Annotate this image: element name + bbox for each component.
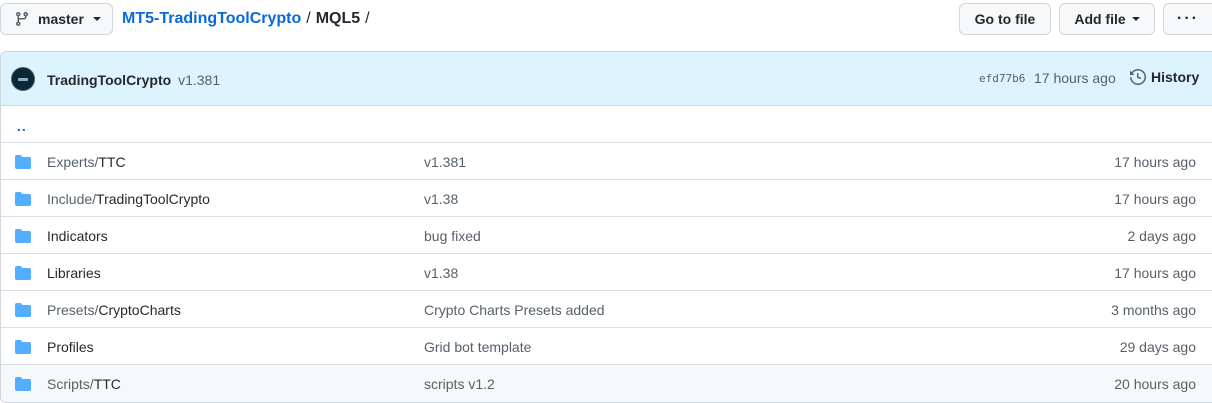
table-row[interactable]: Presets/CryptoCharts Crypto Charts Prese… xyxy=(1,291,1212,328)
chevron-down-icon xyxy=(92,17,101,21)
commit-summary: TradingToolCrypto v1.381 xyxy=(47,70,220,90)
history-icon xyxy=(1130,69,1146,85)
commit-time: 17 hours ago xyxy=(1034,70,1116,86)
branch-label: master xyxy=(38,11,84,27)
folder-icon xyxy=(15,192,31,206)
table-row[interactable]: Profiles Grid bot template 29 days ago xyxy=(1,328,1212,365)
table-row[interactable]: Libraries v1.38 17 hours ago xyxy=(1,254,1212,291)
directory-name: CryptoCharts xyxy=(98,302,181,318)
table-row[interactable]: Experts/TTC v1.381 17 hours ago xyxy=(1,143,1212,180)
file-list: TradingToolCrypto v1.381 efd77b6 17 hour… xyxy=(0,51,1212,403)
commit-age: 2 days ago xyxy=(1127,228,1197,244)
history-link[interactable]: History xyxy=(1130,69,1199,85)
commit-age: 17 hours ago xyxy=(1114,154,1196,170)
folder-icon xyxy=(15,155,31,169)
chevron-down-icon xyxy=(1131,17,1140,21)
table-row[interactable]: Indicators bug fixed 2 days ago xyxy=(1,217,1212,254)
directory-name: TradingToolCrypto xyxy=(96,191,210,207)
folder-icon xyxy=(15,303,31,317)
directory-link[interactable]: Presets/CryptoCharts xyxy=(47,300,181,320)
history-label: History xyxy=(1151,69,1200,85)
table-row[interactable]: Scripts/TTC scripts v1.2 20 hours ago xyxy=(1,365,1212,402)
commit-age: 17 hours ago xyxy=(1114,191,1196,207)
directory-link[interactable]: Indicators xyxy=(47,226,108,246)
breadcrumb-repo-link[interactable]: MT5-TradingToolCrypto xyxy=(122,8,301,30)
commit-age: 29 days ago xyxy=(1119,339,1196,355)
branch-select-button[interactable]: master xyxy=(0,3,113,35)
go-to-file-button[interactable]: Go to file xyxy=(959,3,1051,35)
directory-prefix: Scripts/ xyxy=(47,376,94,392)
directory-link[interactable]: Scripts/TTC xyxy=(47,374,121,394)
commit-message-link[interactable]: Grid bot template xyxy=(424,337,531,357)
commit-message-link[interactable]: v1.38 xyxy=(424,189,458,209)
directory-name: Profiles xyxy=(47,339,94,355)
parent-directory-row[interactable]: .. xyxy=(1,106,1212,143)
directory-link[interactable]: Profiles xyxy=(47,337,94,357)
commit-message-link[interactable]: v1.38 xyxy=(424,263,458,283)
directory-prefix: Experts/ xyxy=(47,154,99,170)
file-navigation: master MT5-TradingToolCrypto / MQL5 / Go… xyxy=(0,0,1212,40)
more-options-button[interactable]: ··· xyxy=(1163,3,1212,35)
directory-name: Indicators xyxy=(47,228,108,244)
folder-icon xyxy=(15,377,31,391)
commit-message-link[interactable]: bug fixed xyxy=(424,226,481,246)
commit-message[interactable]: v1.381 xyxy=(178,72,220,88)
directory-link[interactable]: Include/TradingToolCrypto xyxy=(47,189,210,209)
directory-link[interactable]: Libraries xyxy=(47,263,101,283)
table-row[interactable]: Include/TradingToolCrypto v1.38 17 hours… xyxy=(1,180,1212,217)
add-file-label: Add file xyxy=(1074,11,1126,27)
commit-age: 3 months ago xyxy=(1111,302,1196,318)
folder-icon xyxy=(15,340,31,354)
commit-age: 20 hours ago xyxy=(1114,376,1196,392)
folder-icon xyxy=(15,266,31,280)
commit-author-link[interactable]: TradingToolCrypto xyxy=(47,72,171,88)
add-file-button[interactable]: Add file xyxy=(1059,3,1155,35)
breadcrumb: MT5-TradingToolCrypto / MQL5 / xyxy=(122,8,375,30)
directory-prefix: Include/ xyxy=(47,191,97,207)
commit-message-link[interactable]: scripts v1.2 xyxy=(424,374,495,394)
latest-commit-bar: TradingToolCrypto v1.381 efd77b6 17 hour… xyxy=(1,52,1212,106)
commit-message-link[interactable]: v1.381 xyxy=(424,152,466,172)
breadcrumb-current-dir: MQL5 xyxy=(315,10,361,27)
avatar[interactable] xyxy=(11,67,35,91)
directory-prefix: Presets/ xyxy=(47,302,99,318)
breadcrumb-separator: / xyxy=(306,10,311,27)
folder-icon xyxy=(15,229,31,243)
directory-name: TTC xyxy=(93,376,121,392)
commit-age: 17 hours ago xyxy=(1114,265,1196,281)
kebab-icon: ··· xyxy=(1177,10,1199,27)
directory-link[interactable]: Experts/TTC xyxy=(47,152,126,172)
directory-name: TTC xyxy=(98,154,126,170)
parent-directory-link[interactable]: .. xyxy=(17,116,27,136)
breadcrumb-separator: / xyxy=(365,10,370,27)
commit-message-link[interactable]: Crypto Charts Presets added xyxy=(424,300,605,320)
directory-name: Libraries xyxy=(47,265,101,281)
git-branch-icon xyxy=(15,12,28,27)
commit-sha-link[interactable]: efd77b6 xyxy=(979,72,1025,85)
